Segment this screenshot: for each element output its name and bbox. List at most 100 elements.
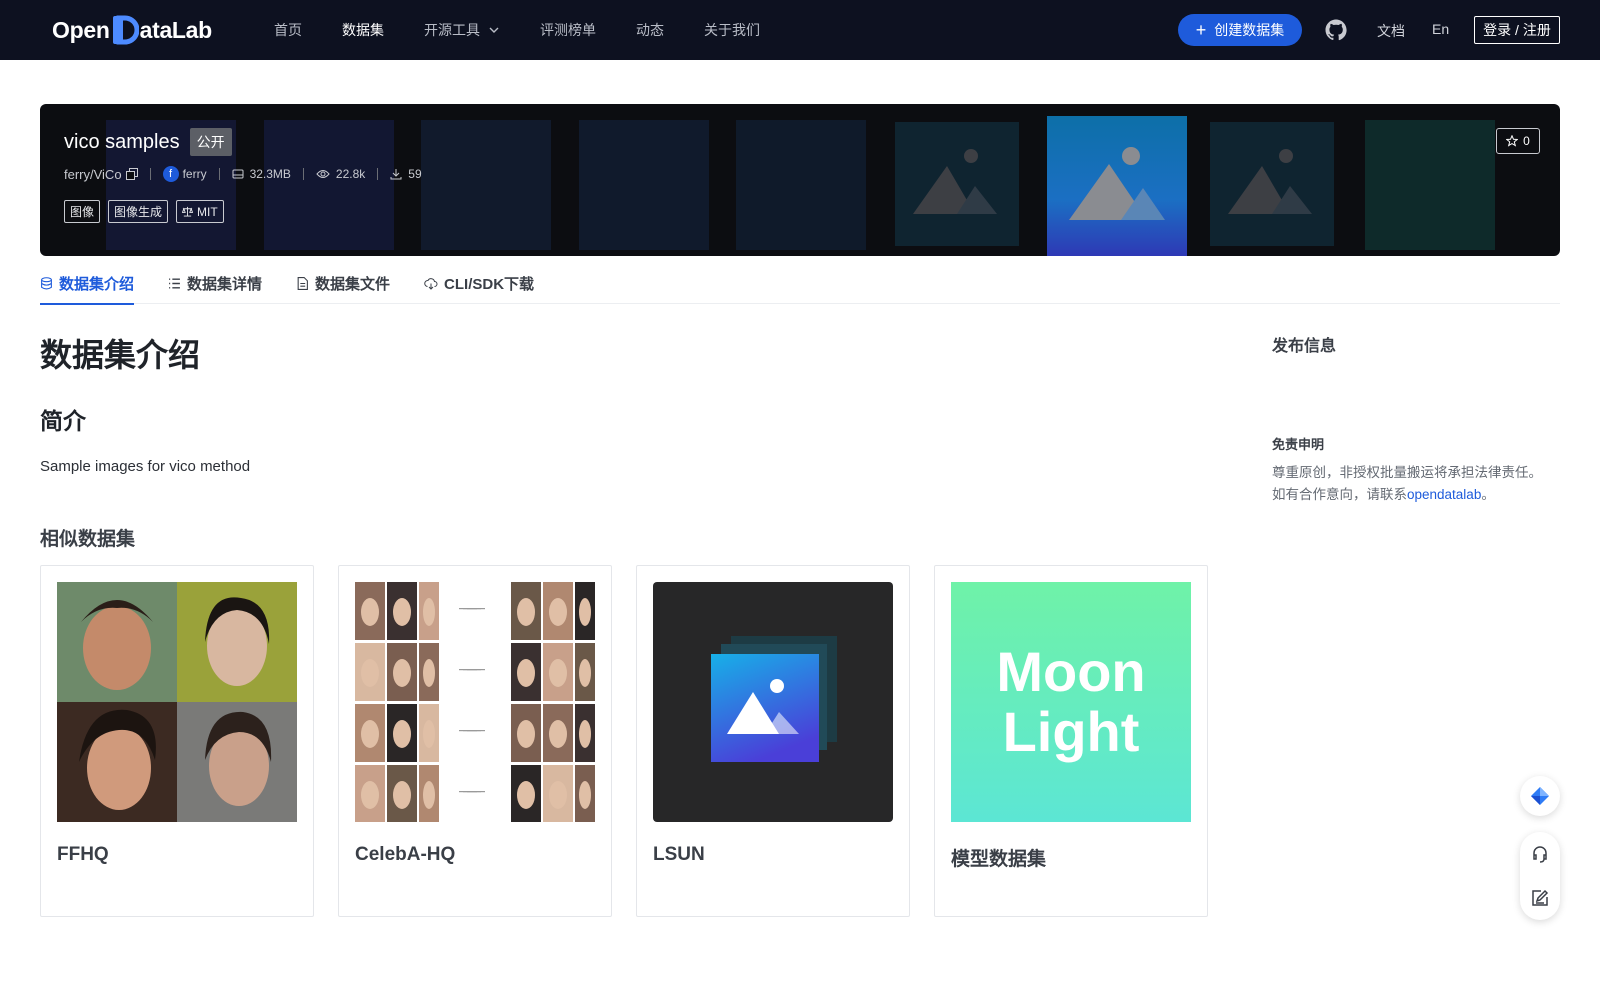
create-dataset-label: 创建数据集 — [1214, 22, 1285, 38]
cover-text-light: Light — [1002, 700, 1140, 763]
opendatalab-contact-link[interactable]: opendatalab — [1407, 487, 1481, 502]
main-nav-links: 首页 数据集 开源工具 评测榜单 动态 关于我们 — [274, 0, 800, 60]
nav-datasets[interactable]: 数据集 — [342, 20, 384, 40]
tab-files-label: 数据集文件 — [315, 275, 391, 293]
customer-service-icon[interactable] — [1530, 844, 1550, 864]
tab-cli-sdk-label: CLI/SDK下载 — [444, 275, 535, 293]
dataset-cover-image — [355, 582, 595, 822]
tag-image[interactable]: 图像 — [64, 200, 101, 223]
create-dataset-button[interactable]: + 创建数据集 — [1178, 14, 1302, 46]
nav-open-tools[interactable]: 开源工具 — [424, 20, 500, 40]
dataset-size: 32.3MB — [232, 167, 291, 181]
owner-avatar[interactable]: f — [162, 166, 179, 182]
similar-dataset-card-model-dataset[interactable]: Moon Light 模型数据集 — [934, 565, 1208, 917]
logo-text-right: ataLab — [139, 16, 213, 43]
disclaimer-line-1: 尊重原创，非授权批量搬运将承担法律责任。 — [1272, 465, 1542, 480]
assistant-icon — [1531, 787, 1549, 805]
disclaimer-line-2-suffix: 。 — [1481, 487, 1495, 502]
feedback-edit-icon[interactable] — [1530, 888, 1550, 908]
cloud-download-icon — [424, 277, 438, 290]
page-title: 数据集介绍 — [40, 337, 201, 373]
dataset-views-value: 22.8k — [335, 167, 366, 181]
dataset-meta: ferry/ViCo f ferry 32.3MB 22.8k 59 — [64, 166, 422, 182]
tab-cli-sdk[interactable]: CLI/SDK下载 — [424, 262, 534, 304]
docs-link[interactable]: 文档 — [1377, 21, 1405, 41]
similar-dataset-card-celeba-hq[interactable]: CelebA-HQ — [338, 565, 612, 917]
dataset-title: vico samples — [64, 130, 180, 153]
disclaimer-line-2-prefix: 如有合作意向，请联系 — [1272, 487, 1407, 502]
dataset-cover-image: Moon Light — [951, 582, 1191, 822]
visibility-badge: 公开 — [189, 128, 232, 156]
nav-news[interactable]: 动态 — [636, 20, 664, 40]
disclaimer-text: 尊重原创，非授权批量搬运将承担法律责任。 如有合作意向，请联系opendatal… — [1272, 462, 1572, 506]
image-placeholder-icon — [711, 636, 837, 762]
top-navigation: Open ataLab 首页 数据集 开源工具 评测榜单 动态 关于我们 + 创… — [0, 0, 1600, 60]
star-button[interactable]: 0 — [1496, 128, 1540, 154]
dataset-size-value: 32.3MB — [249, 167, 291, 181]
floating-tools-panel — [1520, 832, 1560, 920]
file-icon — [297, 276, 308, 290]
star-count: 0 — [1523, 134, 1530, 148]
image-placeholder-icon — [913, 149, 997, 214]
dataset-cover-image — [653, 582, 893, 822]
nav-leaderboard[interactable]: 评测榜单 — [540, 20, 596, 40]
eye-icon — [316, 170, 330, 178]
banner-thumbnail — [736, 120, 866, 250]
dataset-card-name: LSUN — [653, 844, 705, 865]
cover-text-moon: Moon — [996, 640, 1146, 703]
publish-info-heading: 发布信息 — [1272, 338, 1337, 355]
dataset-downloads-value: 59 — [408, 167, 422, 181]
owner-name[interactable]: ferry — [183, 167, 207, 181]
dataset-banner: vico samples 公开 ferry/ViCo f ferry 32.3M… — [40, 104, 1560, 256]
tab-introduction-label: 数据集介绍 — [59, 275, 135, 293]
nav-open-tools-label: 开源工具 — [424, 22, 480, 38]
banner-thumbnail — [1210, 122, 1334, 246]
image-placeholder-icon — [1228, 149, 1312, 214]
meta-divider — [377, 168, 379, 180]
database-icon — [41, 276, 52, 289]
github-icon[interactable] — [1324, 18, 1348, 42]
star-icon — [1506, 135, 1519, 147]
disk-icon — [232, 169, 244, 179]
dataset-card-name: 模型数据集 — [951, 849, 1047, 870]
scale-icon — [182, 206, 194, 217]
dataset-tags: 图像 图像生成 MIT — [64, 200, 232, 223]
meta-divider — [302, 168, 304, 180]
tab-details[interactable]: 数据集详情 — [168, 262, 262, 304]
meta-divider — [149, 168, 151, 180]
tag-image-generation[interactable]: 图像生成 — [108, 200, 169, 223]
list-icon — [169, 277, 180, 289]
logo-d-icon — [111, 15, 140, 45]
tab-files[interactable]: 数据集文件 — [296, 262, 390, 304]
dataset-card-name: FFHQ — [57, 844, 109, 865]
banner-thumbnail-featured — [1047, 116, 1187, 256]
nav-about[interactable]: 关于我们 — [704, 20, 760, 40]
meta-divider — [218, 168, 220, 180]
similar-dataset-card-ffhq[interactable]: FFHQ — [40, 565, 314, 917]
copy-icon[interactable] — [125, 168, 138, 180]
assistant-button[interactable] — [1520, 776, 1560, 816]
dataset-path: ferry/ViCo — [64, 166, 122, 182]
nav-home[interactable]: 首页 — [274, 20, 302, 40]
login-register-button[interactable]: 登录 / 注册 — [1474, 16, 1560, 44]
tag-license[interactable]: MIT — [176, 200, 224, 223]
chevron-down-icon — [489, 27, 499, 33]
language-switch[interactable]: En — [1432, 21, 1449, 37]
opendatalab-logo[interactable]: Open ataLab — [52, 14, 212, 46]
intro-text: Sample images for vico method — [40, 458, 251, 475]
dataset-tabs: 数据集介绍 数据集详情 数据集文件 CLI/SDK下载 — [40, 262, 1560, 305]
intro-heading: 简介 — [40, 408, 86, 434]
similar-dataset-card-lsun[interactable]: LSUN — [636, 565, 910, 917]
disclaimer-line-2: 如有合作意向，请联系opendatalab。 — [1272, 484, 1572, 506]
tag-license-label: MIT — [197, 204, 218, 219]
similar-datasets-list: FFHQ CelebA-HQ LSUN Moon Light 模型数据集 — [40, 565, 1232, 917]
tab-details-label: 数据集详情 — [187, 275, 263, 293]
disclaimer-heading: 免责申明 — [1272, 437, 1325, 452]
banner-thumbnail — [421, 120, 551, 250]
dataset-views: 22.8k — [316, 167, 365, 181]
dataset-card-name: CelebA-HQ — [355, 844, 456, 865]
banner-thumbnail — [264, 120, 394, 250]
logo-text-left: Open — [52, 16, 110, 43]
tab-introduction[interactable]: 数据集介绍 — [40, 262, 135, 305]
plus-icon: + — [1195, 20, 1207, 40]
